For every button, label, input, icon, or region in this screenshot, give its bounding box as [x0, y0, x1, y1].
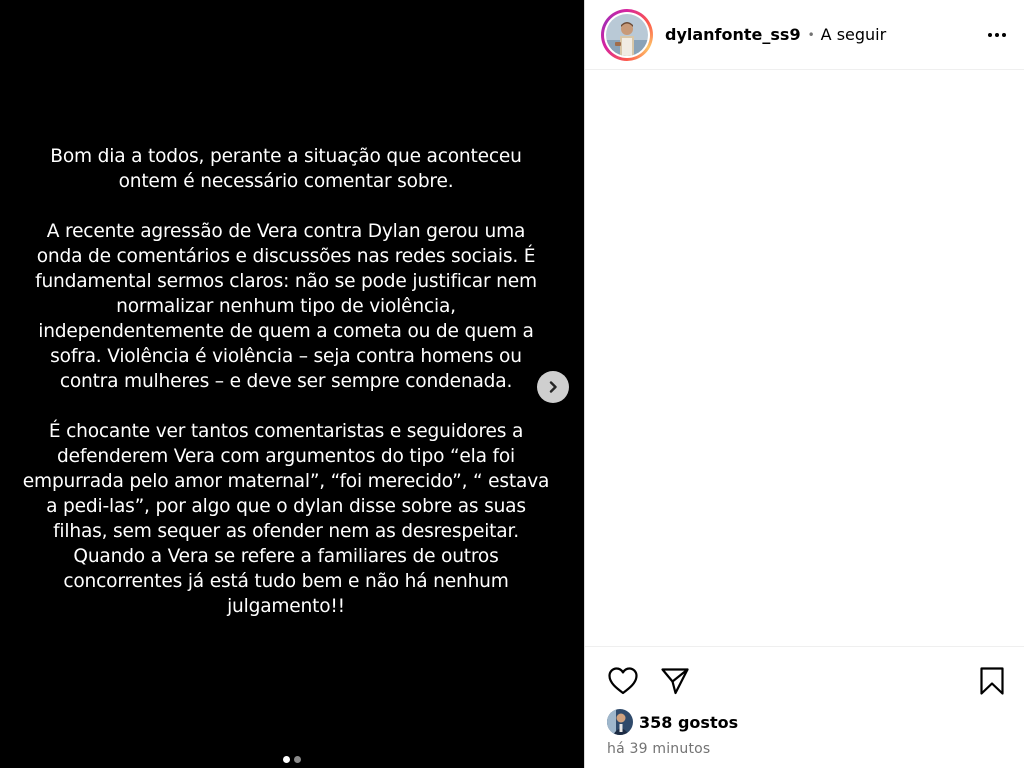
- share-button[interactable]: [660, 666, 690, 696]
- likes-count[interactable]: 358 gostos: [639, 713, 738, 732]
- carousel-dot-active: [283, 756, 290, 763]
- more-options-button[interactable]: [986, 27, 1008, 43]
- post-paragraph-2: A recente agressão de Vera contra Dylan …: [35, 221, 537, 392]
- carousel-indicator: [0, 756, 584, 763]
- separator-dot: •: [807, 27, 815, 42]
- action-bar: [607, 665, 1006, 697]
- save-button[interactable]: [978, 666, 1006, 696]
- post-paragraph-1: Bom dia a todos, perante a situação que …: [50, 146, 522, 192]
- post-paragraph-3: É chocante ver tantos comentaristas e se…: [22, 421, 550, 617]
- post-modal: Bom dia a todos, perante a situação que …: [0, 0, 1024, 768]
- profile-photo: [606, 13, 648, 56]
- liker-avatar[interactable]: [607, 709, 633, 735]
- post-media: Bom dia a todos, perante a situação que …: [0, 0, 584, 768]
- like-button[interactable]: [607, 666, 639, 696]
- next-slide-button[interactable]: [537, 371, 569, 403]
- following-button[interactable]: A seguir: [821, 25, 887, 44]
- paper-plane-icon: [661, 668, 689, 695]
- username-link[interactable]: dylanfonte_ss9: [665, 25, 801, 44]
- more-options-icon: [988, 32, 992, 37]
- post-image-text: Bom dia a todos, perante a situação que …: [22, 144, 550, 619]
- carousel-dot: [294, 756, 301, 763]
- comments-section: [585, 71, 1024, 646]
- bookmark-icon: [980, 667, 1004, 695]
- heart-icon: [608, 667, 638, 695]
- post-footer: 358 gostos há 39 minutos: [585, 646, 1024, 768]
- post-header: dylanfonte_ss9 • A seguir: [585, 0, 1024, 70]
- chevron-right-icon: [549, 381, 557, 393]
- likes-row: 358 gostos: [607, 709, 738, 735]
- avatar[interactable]: [601, 8, 653, 61]
- post-side-panel: dylanfonte_ss9 • A seguir 358 gostos há …: [584, 0, 1024, 768]
- post-timestamp[interactable]: há 39 minutos: [607, 741, 710, 757]
